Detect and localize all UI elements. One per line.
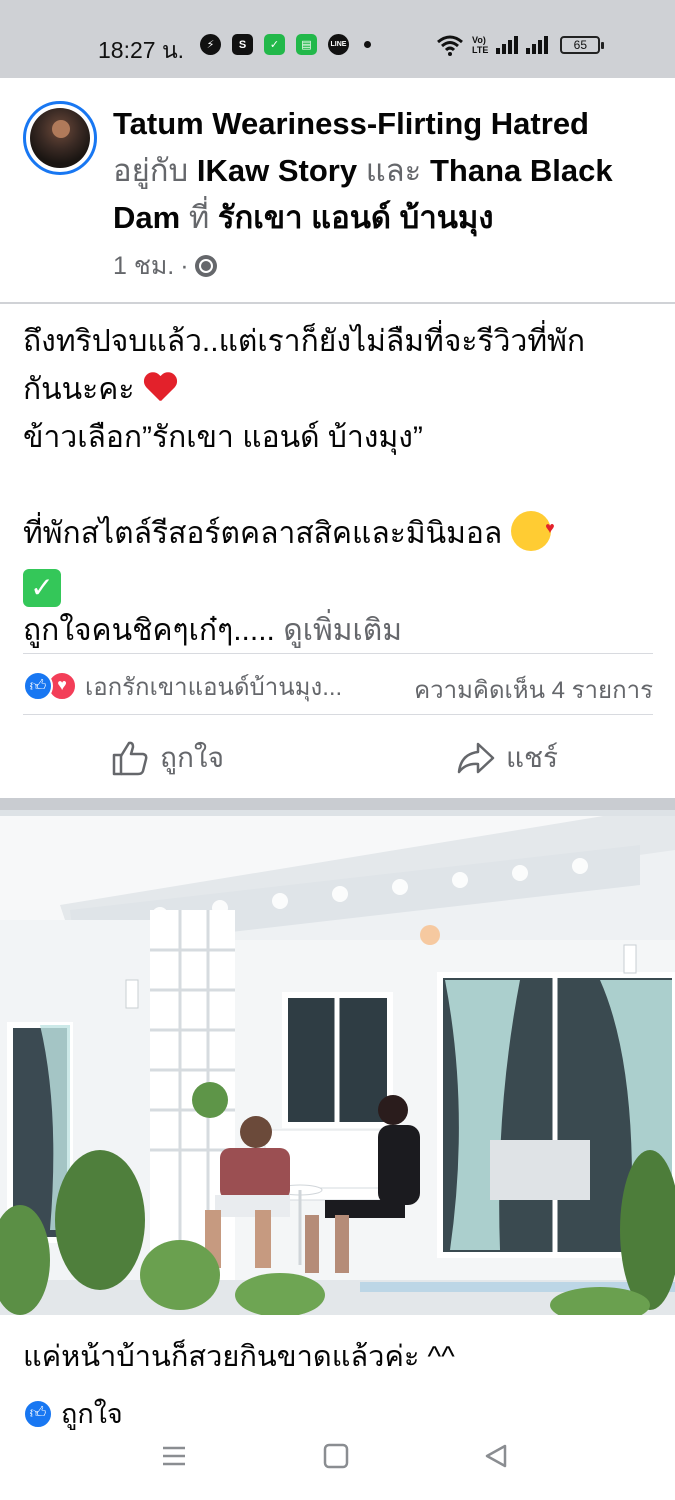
post-header: Tatum Weariness-Flirting Hatred อยู่กับ … [113,100,658,241]
smiling-hearts-icon [510,505,555,553]
text-divider [23,653,653,654]
author-name[interactable]: Tatum Weariness-Flirting Hatred [113,106,589,141]
like-reaction-icon: 👍︎ [23,671,53,701]
tagged-user-1[interactable]: IKaw Story [197,153,357,188]
like-label: ถูกใจ [160,742,224,773]
see-more-link[interactable]: ดูเพิ่มเติม [283,614,402,647]
recent-apps-icon[interactable] [160,1442,188,1470]
photo-illustration [0,810,675,1315]
wifi-icon [437,35,463,56]
post-text-line-text: ถูกใจคนชิคๆเก๋ๆ..... [23,614,275,647]
post-meta: 1 ชม. · [113,246,217,286]
status-time: 18:27 น. [98,37,185,63]
meta-separator: · [180,251,189,280]
reaction-summary[interactable]: 👍︎ ♥ เอกรักเขาแอนด์บ้านมุง... ความคิดเห็… [23,668,653,704]
back-icon[interactable] [482,1442,510,1470]
post-text-line: ถึงทริปจบแล้ว..แต่เราก็ยังไม่ลืมที่จะรีว… [23,325,586,358]
post-text-line-text: ที่พักสไตล์รีสอร์ตคลาสสิคและมินิมอล [23,517,503,550]
status-bar: 18:27 น. ⚡ S ✓ ▤ LINE Vo) LTE 65 [0,0,675,78]
more-notifications-icon [364,41,371,48]
share-button[interactable]: แชร์ [456,736,558,780]
check-mark-icon: ✓ [23,569,61,607]
chat-icon: ▤ [296,34,317,55]
tagged-place[interactable]: รักเขา แอนด์ บ้านมุง [218,200,494,235]
share-arrow-icon [457,742,495,774]
navigation-bar [0,1420,675,1500]
avatar-photo [30,108,90,168]
photo-caption: แค่หน้าบ้านก็สวยกินขาดแล้วค่ะ ^^ [23,1341,455,1373]
volte-line2: LTE [472,45,489,55]
post-text-blank [23,462,663,510]
volte-icon: Vo) LTE [472,35,488,55]
and-word: และ [365,153,422,188]
with-prefix: อยู่กับ [113,153,189,188]
thumbs-up-icon [112,741,148,776]
post-body: ถึงทริปจบแล้ว..แต่เราก็ยังไม่ลืมที่จะรีว… [23,318,663,655]
like-button[interactable]: ถูกใจ [110,736,224,780]
post-text-line: ข้าวเลือก”รักเขา แอนด์ บ้างมุง” [23,421,423,454]
signal1-icon [496,36,519,54]
line-icon: LINE [328,34,349,55]
globe-icon [194,255,217,277]
post-photo[interactable] [0,810,675,1315]
post-text-line-text: กันนะคะ [23,373,135,406]
volte-line1: Vo) [472,35,486,45]
at-word: ที่ [188,200,210,235]
notification-icons: ⚡ S ✓ ▤ LINE [200,34,371,55]
header-divider [0,302,675,304]
post-text-line: ถูกใจคนชิคๆเก๋ๆ..... ดูเพิ่มเติม [23,607,663,655]
section-separator [0,798,675,810]
comment-count[interactable]: ความคิดเห็น 4 รายการ [414,670,653,709]
share-label: แชร์ [506,742,559,773]
wechat-icon: ✓ [264,34,285,55]
post-actions: ถูกใจ แชร์ [0,732,675,784]
post-text-line: ที่พักสไตล์รีสอร์ตคลาสสิคและมินิมอล [23,505,663,558]
post-text-line: กันนะคะ [23,366,663,414]
signal2-icon [526,36,549,54]
heart-icon [143,373,177,403]
system-icons: Vo) LTE 65 [436,34,605,56]
battery-icon: 65 [560,36,605,54]
home-icon[interactable] [322,1442,350,1470]
reaction-divider [23,714,653,715]
shopee-icon: S [232,34,253,55]
post-text-line: ✓ [23,558,663,607]
messenger-icon: ⚡ [200,34,221,55]
post-time[interactable]: 1 ชม. [113,246,174,286]
like-reaction-icon: 👍︎ [23,1398,53,1429]
author-avatar[interactable] [23,101,97,175]
reaction-names[interactable]: เอกรักเขาแอนด์บ้านมุง... [85,667,342,706]
